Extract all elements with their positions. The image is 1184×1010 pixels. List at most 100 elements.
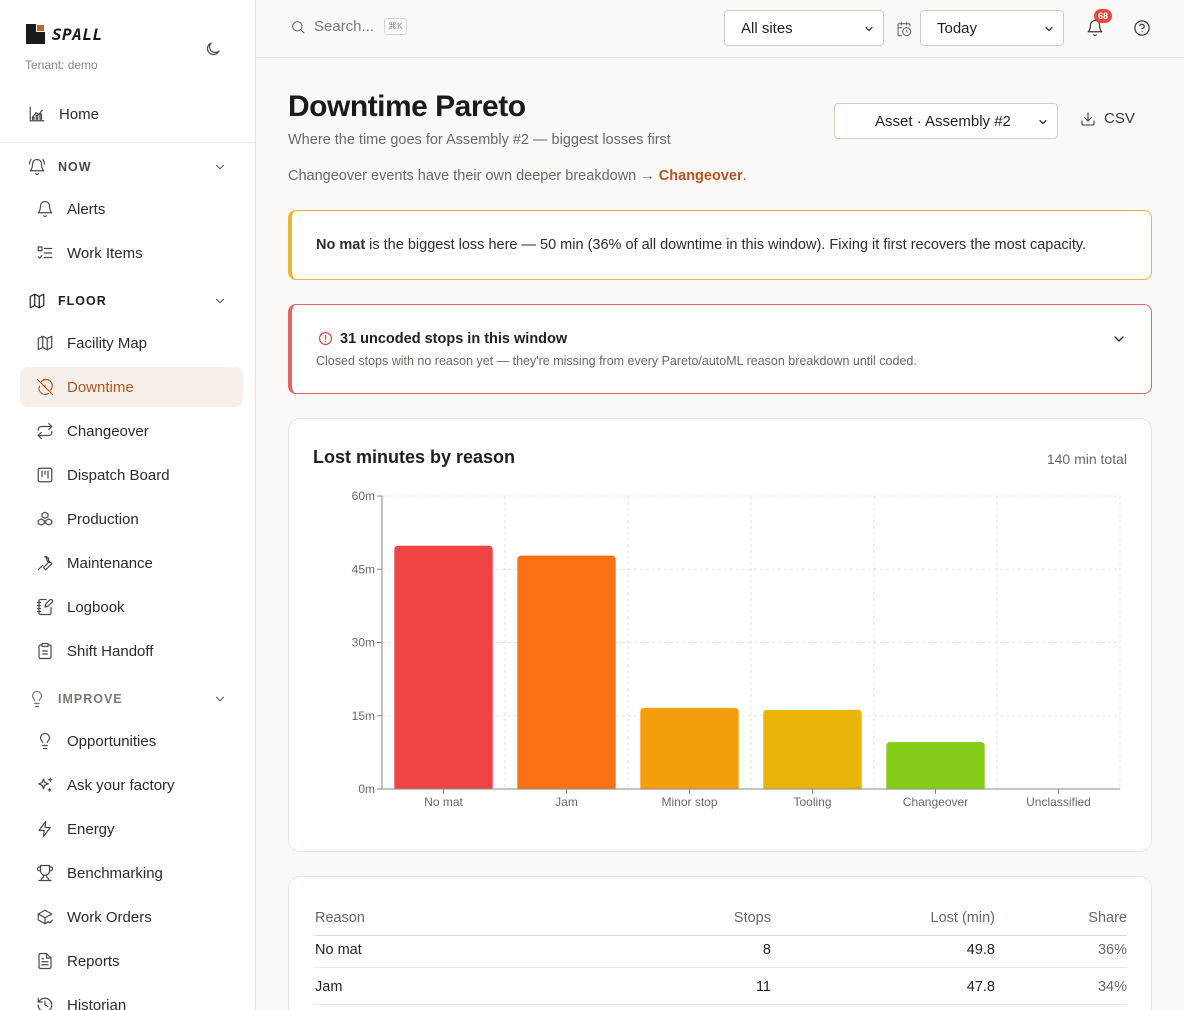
sidebar: SPALL Tenant: demo Home NOW Alerts Work … [0, 0, 256, 1010]
sidebar-item-label: Benchmarking [67, 864, 163, 882]
insight-body: is the biggest loss here — 50 min (36% o… [369, 237, 1087, 253]
lightbulb-icon [39, 732, 51, 750]
sidebar-item-downtime[interactable]: Downtime [20, 367, 243, 407]
sidebar-item-work-items[interactable]: Work Items [20, 233, 243, 273]
sidebar-item-label: Home [59, 105, 100, 123]
header-share[interactable]: Share [1088, 910, 1127, 926]
changeover-link[interactable]: Changeover [659, 168, 743, 184]
brand-logo[interactable]: SPALL [26, 24, 103, 44]
x-tick-label: Minor stop [661, 795, 717, 809]
section-now[interactable]: NOW [20, 153, 243, 181]
page-note-text: Changeover events have their own deeper … [288, 168, 659, 184]
x-tick-label: Unclassified [1026, 795, 1091, 809]
sidebar-item-production[interactable]: Production [20, 499, 243, 539]
sidebar-item-label: Historian [67, 996, 127, 1010]
range-select-value: Today [937, 19, 978, 37]
cell-lost: 49.8 [966, 942, 995, 958]
section-improve[interactable]: IMPROVE [20, 685, 243, 713]
search-input[interactable]: Search... ⌘K [290, 18, 408, 35]
y-tick-label: 45m [352, 562, 375, 576]
download-icon [1081, 111, 1095, 126]
x-tick-label: No mat [424, 795, 463, 809]
help-circle-icon [1134, 20, 1150, 36]
bell-icon [37, 200, 53, 218]
sidebar-item-ask-your-factory[interactable]: Ask your factory [20, 765, 243, 805]
cell-share: 36% [1097, 942, 1127, 958]
section-label: IMPROVE [58, 692, 123, 706]
sidebar-item-maintenance[interactable]: Maintenance [20, 543, 243, 583]
y-tick-label: 60m [352, 489, 375, 503]
x-tick-label: Tooling [793, 795, 831, 809]
lost-minutes-chart-card: 0m 15m 30m 45m 60m No mat Jam Minor stop Tooling… [288, 418, 1152, 852]
sidebar-item-logbook[interactable]: Logbook [20, 587, 243, 627]
header-stops[interactable]: Stops [734, 910, 771, 926]
chevron-down-icon [216, 164, 224, 170]
search-shortcut: ⌘K [384, 18, 408, 35]
chart-total: 140 min total [1046, 451, 1127, 467]
cell-share: 34% [1097, 979, 1127, 995]
sidebar-item-label: Facility Map [67, 334, 148, 352]
alert-circle-icon [318, 331, 333, 346]
insight-text: No mat is the biggest loss here — 50 min … [316, 237, 1086, 253]
csv-label: CSV [1104, 110, 1135, 127]
cell-reason: No mat [315, 942, 362, 958]
header-lost[interactable]: Lost (min) [931, 910, 995, 926]
table-row[interactable]: Jam 11 47.8 34% [314, 968, 1127, 1005]
topbar: Search... ⌘K All sites Today 68 [256, 0, 1184, 58]
cell-lost: 47.8 [966, 979, 995, 995]
calendar-clock-button[interactable] [896, 21, 912, 42]
asset-select[interactable]: Asset · Assembly #2 [834, 103, 1058, 139]
bell-ring-icon [28, 158, 46, 176]
sidebar-item-energy[interactable]: Energy [20, 809, 243, 849]
package-check-icon [37, 909, 54, 925]
sidebar-item-home[interactable]: Home [20, 94, 243, 134]
page-note: Changeover events have their own deeper … [288, 168, 747, 184]
sidebar-item-label: Energy [67, 820, 115, 838]
y-tick-label: 30m [352, 636, 375, 650]
spall-logo-icon [26, 24, 46, 44]
chevron-down-icon [865, 26, 873, 32]
header-reason[interactable]: Reason [315, 910, 365, 926]
site-select[interactable]: All sites [724, 10, 884, 46]
section-floor[interactable]: FLOOR [20, 287, 243, 315]
zap-icon [38, 820, 51, 838]
trophy-icon [36, 864, 54, 882]
table-row[interactable]: No mat 8 49.8 36% [314, 931, 1127, 968]
notification-count-badge: 68 [1094, 9, 1113, 23]
sidebar-item-facility-map[interactable]: Facility Map [20, 323, 243, 363]
sidebar-item-alerts[interactable]: Alerts [20, 189, 243, 229]
sidebar-item-label: Alerts [67, 200, 106, 218]
theme-toggle-button[interactable] [203, 39, 223, 59]
insight-highlight: No mat [316, 237, 366, 253]
boxes-icon [37, 511, 53, 526]
sidebar-item-historian[interactable]: Historian [20, 985, 243, 1010]
sidebar-item-label: Downtime [67, 378, 134, 396]
x-tick-label: Jam [555, 795, 578, 809]
notebook-pen-icon [36, 598, 54, 616]
map-icon [37, 335, 53, 351]
y-tick-label: 0m [358, 782, 375, 796]
uncoded-subtitle: Closed stops with no reason yet — they'r… [316, 354, 917, 368]
csv-download-button[interactable]: CSV [1080, 110, 1135, 127]
page-note-suffix: . [742, 168, 747, 184]
kanban-icon [37, 467, 53, 483]
timer-off-icon [36, 378, 54, 396]
sidebar-item-label: Maintenance [67, 554, 153, 572]
sidebar-item-benchmarking[interactable]: Benchmarking [20, 853, 243, 893]
sidebar-item-work-orders[interactable]: Work Orders [20, 897, 243, 937]
help-button[interactable] [1133, 19, 1151, 42]
sidebar-item-shift-handoff[interactable]: Shift Handoff [20, 631, 243, 671]
sidebar-item-opportunities[interactable]: Opportunities [20, 721, 243, 761]
sidebar-item-label: Opportunities [67, 732, 157, 750]
section-label: NOW [58, 160, 92, 174]
y-tick-label: 15m [352, 709, 375, 723]
reason-table: Reason Stops Lost (min) Share No mat 8 4… [288, 876, 1152, 1010]
sidebar-item-dispatch-board[interactable]: Dispatch Board [20, 455, 243, 495]
sidebar-item-label: Shift Handoff [67, 642, 154, 660]
sidebar-item-changeover[interactable]: Changeover [20, 411, 243, 451]
chevron-down-icon[interactable] [1111, 331, 1127, 347]
range-select[interactable]: Today [920, 10, 1064, 46]
uncoded-stops-alert[interactable]: 31 uncoded stops in this window Closed s… [288, 304, 1152, 394]
bar [763, 709, 862, 789]
sidebar-item-reports[interactable]: Reports [20, 941, 243, 981]
